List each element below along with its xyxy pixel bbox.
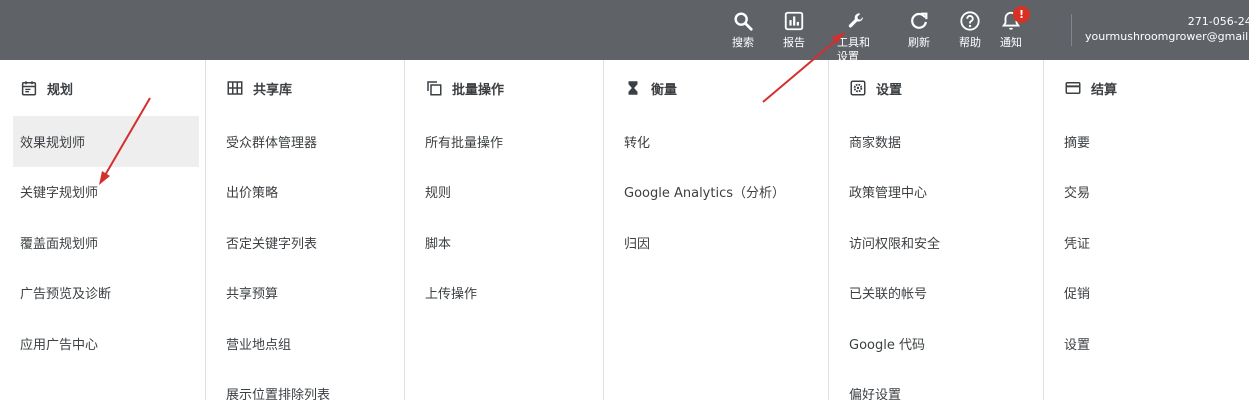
column-header-planning: 规划 bbox=[0, 60, 205, 116]
menu-item-google-tag[interactable]: Google 代码 bbox=[829, 318, 1043, 369]
menu-column-setup: 设置 商家数据 政策管理中心 访问权限和安全 已关联的帐号 Google 代码 … bbox=[829, 60, 1044, 400]
hourglass-icon bbox=[628, 81, 638, 95]
help-icon bbox=[960, 11, 980, 31]
menu-item-linked-accounts[interactable]: 已关联的帐号 bbox=[829, 268, 1043, 319]
toolbar-divider bbox=[1071, 14, 1072, 46]
menu-item-negative-keyword-lists[interactable]: 否定关键字列表 bbox=[206, 217, 404, 268]
column-header-setup: 设置 bbox=[829, 60, 1043, 116]
menu-column-bulk-actions: 批量操作 所有批量操作 规则 脚本 上传操作 bbox=[405, 60, 604, 400]
menu-item-summary[interactable]: 摘要 bbox=[1044, 116, 1249, 167]
reports-button[interactable]: 报告 bbox=[770, 10, 818, 50]
menu-item-shared-budgets[interactable]: 共享预算 bbox=[206, 268, 404, 319]
menu-item-placement-exclusion-lists[interactable]: 展示位置排除列表 bbox=[206, 369, 404, 400]
account-info[interactable]: 271-056-24 yourmushroomgrower@gmail. bbox=[1085, 14, 1249, 44]
menu-item-rules[interactable]: 规则 bbox=[405, 167, 603, 218]
menu-item-transactions[interactable]: 交易 bbox=[1044, 167, 1249, 218]
column-header-shared-library: 共享库 bbox=[206, 60, 404, 116]
refresh-label: 刷新 bbox=[908, 36, 930, 49]
reports-label: 报告 bbox=[783, 36, 805, 49]
menu-item-access-security[interactable]: 访问权限和安全 bbox=[829, 217, 1043, 268]
notification-badge: ! bbox=[1013, 6, 1030, 23]
menu-column-planning: 规划 效果规划师 关键字规划师 覆盖面规划师 广告预览及诊断 应用广告中心 bbox=[0, 60, 206, 400]
menu-column-billing: 结算 摘要 交易 凭证 促销 设置 bbox=[1044, 60, 1249, 400]
refresh-icon bbox=[911, 12, 928, 29]
menu-item-preferences[interactable]: 偏好设置 bbox=[829, 369, 1043, 400]
credit-card-icon bbox=[1065, 82, 1081, 94]
menu-item-billing-settings[interactable]: 设置 bbox=[1044, 318, 1249, 369]
menu-item-ad-preview[interactable]: 广告预览及诊断 bbox=[0, 268, 205, 319]
menu-item-conversions[interactable]: 转化 bbox=[604, 116, 828, 167]
settings-box-icon bbox=[850, 80, 866, 96]
account-id: 271-056-24 bbox=[1187, 15, 1249, 28]
notifications-label: 通知 bbox=[1000, 36, 1022, 49]
menu-item-promotions[interactable]: 促销 bbox=[1044, 268, 1249, 319]
menu-item-attribution[interactable]: 归因 bbox=[604, 217, 828, 268]
top-toolbar: 搜索 报告 工具和设置 刷新 帮助 通知 ! 271-056-24 yourmu… bbox=[0, 0, 1249, 60]
menu-column-measurement: 衡量 转化 Google Analytics（分析） 归因 bbox=[604, 60, 829, 400]
menu-item-app-advertising-hub[interactable]: 应用广告中心 bbox=[0, 318, 205, 369]
tools-menu-panel: 规划 效果规划师 关键字规划师 覆盖面规划师 广告预览及诊断 应用广告中心 共享… bbox=[0, 60, 1249, 400]
wrench-icon bbox=[848, 13, 864, 28]
search-icon bbox=[734, 12, 753, 31]
tools-settings-button[interactable]: 工具和设置 bbox=[833, 10, 881, 60]
refresh-button[interactable]: 刷新 bbox=[895, 10, 943, 50]
bar-chart-icon bbox=[784, 11, 804, 31]
menu-item-reach-planner[interactable]: 覆盖面规划师 bbox=[0, 217, 205, 268]
menu-item-all-bulk-actions[interactable]: 所有批量操作 bbox=[405, 116, 603, 167]
menu-item-keyword-planner[interactable]: 关键字规划师 bbox=[0, 167, 205, 218]
menu-item-policy-manager[interactable]: 政策管理中心 bbox=[829, 167, 1043, 218]
copy-icon bbox=[427, 81, 442, 96]
column-header-measurement: 衡量 bbox=[604, 60, 828, 116]
calendar-icon bbox=[21, 81, 37, 96]
menu-item-audience-manager[interactable]: 受众群体管理器 bbox=[206, 116, 404, 167]
tools-settings-label: 工具和设置 bbox=[837, 36, 870, 60]
menu-item-location-groups[interactable]: 营业地点组 bbox=[206, 318, 404, 369]
search-button[interactable]: 搜索 bbox=[719, 10, 767, 50]
menu-item-bid-strategies[interactable]: 出价策略 bbox=[206, 167, 404, 218]
menu-item-google-analytics[interactable]: Google Analytics（分析） bbox=[604, 167, 828, 218]
column-header-bulk-actions: 批量操作 bbox=[405, 60, 603, 116]
column-header-billing: 结算 bbox=[1044, 60, 1249, 116]
menu-item-documents[interactable]: 凭证 bbox=[1044, 217, 1249, 268]
menu-column-shared-library: 共享库 受众群体管理器 出价策略 否定关键字列表 共享预算 营业地点组 展示位置… bbox=[206, 60, 405, 400]
grid-icon bbox=[227, 81, 243, 95]
menu-item-performance-planner[interactable]: 效果规划师 bbox=[13, 116, 199, 167]
menu-item-scripts[interactable]: 脚本 bbox=[405, 217, 603, 268]
search-label: 搜索 bbox=[732, 36, 754, 49]
account-email: yourmushroomgrower@gmail. bbox=[1085, 30, 1249, 43]
menu-item-business-data[interactable]: 商家数据 bbox=[829, 116, 1043, 167]
menu-item-uploads[interactable]: 上传操作 bbox=[405, 268, 603, 319]
